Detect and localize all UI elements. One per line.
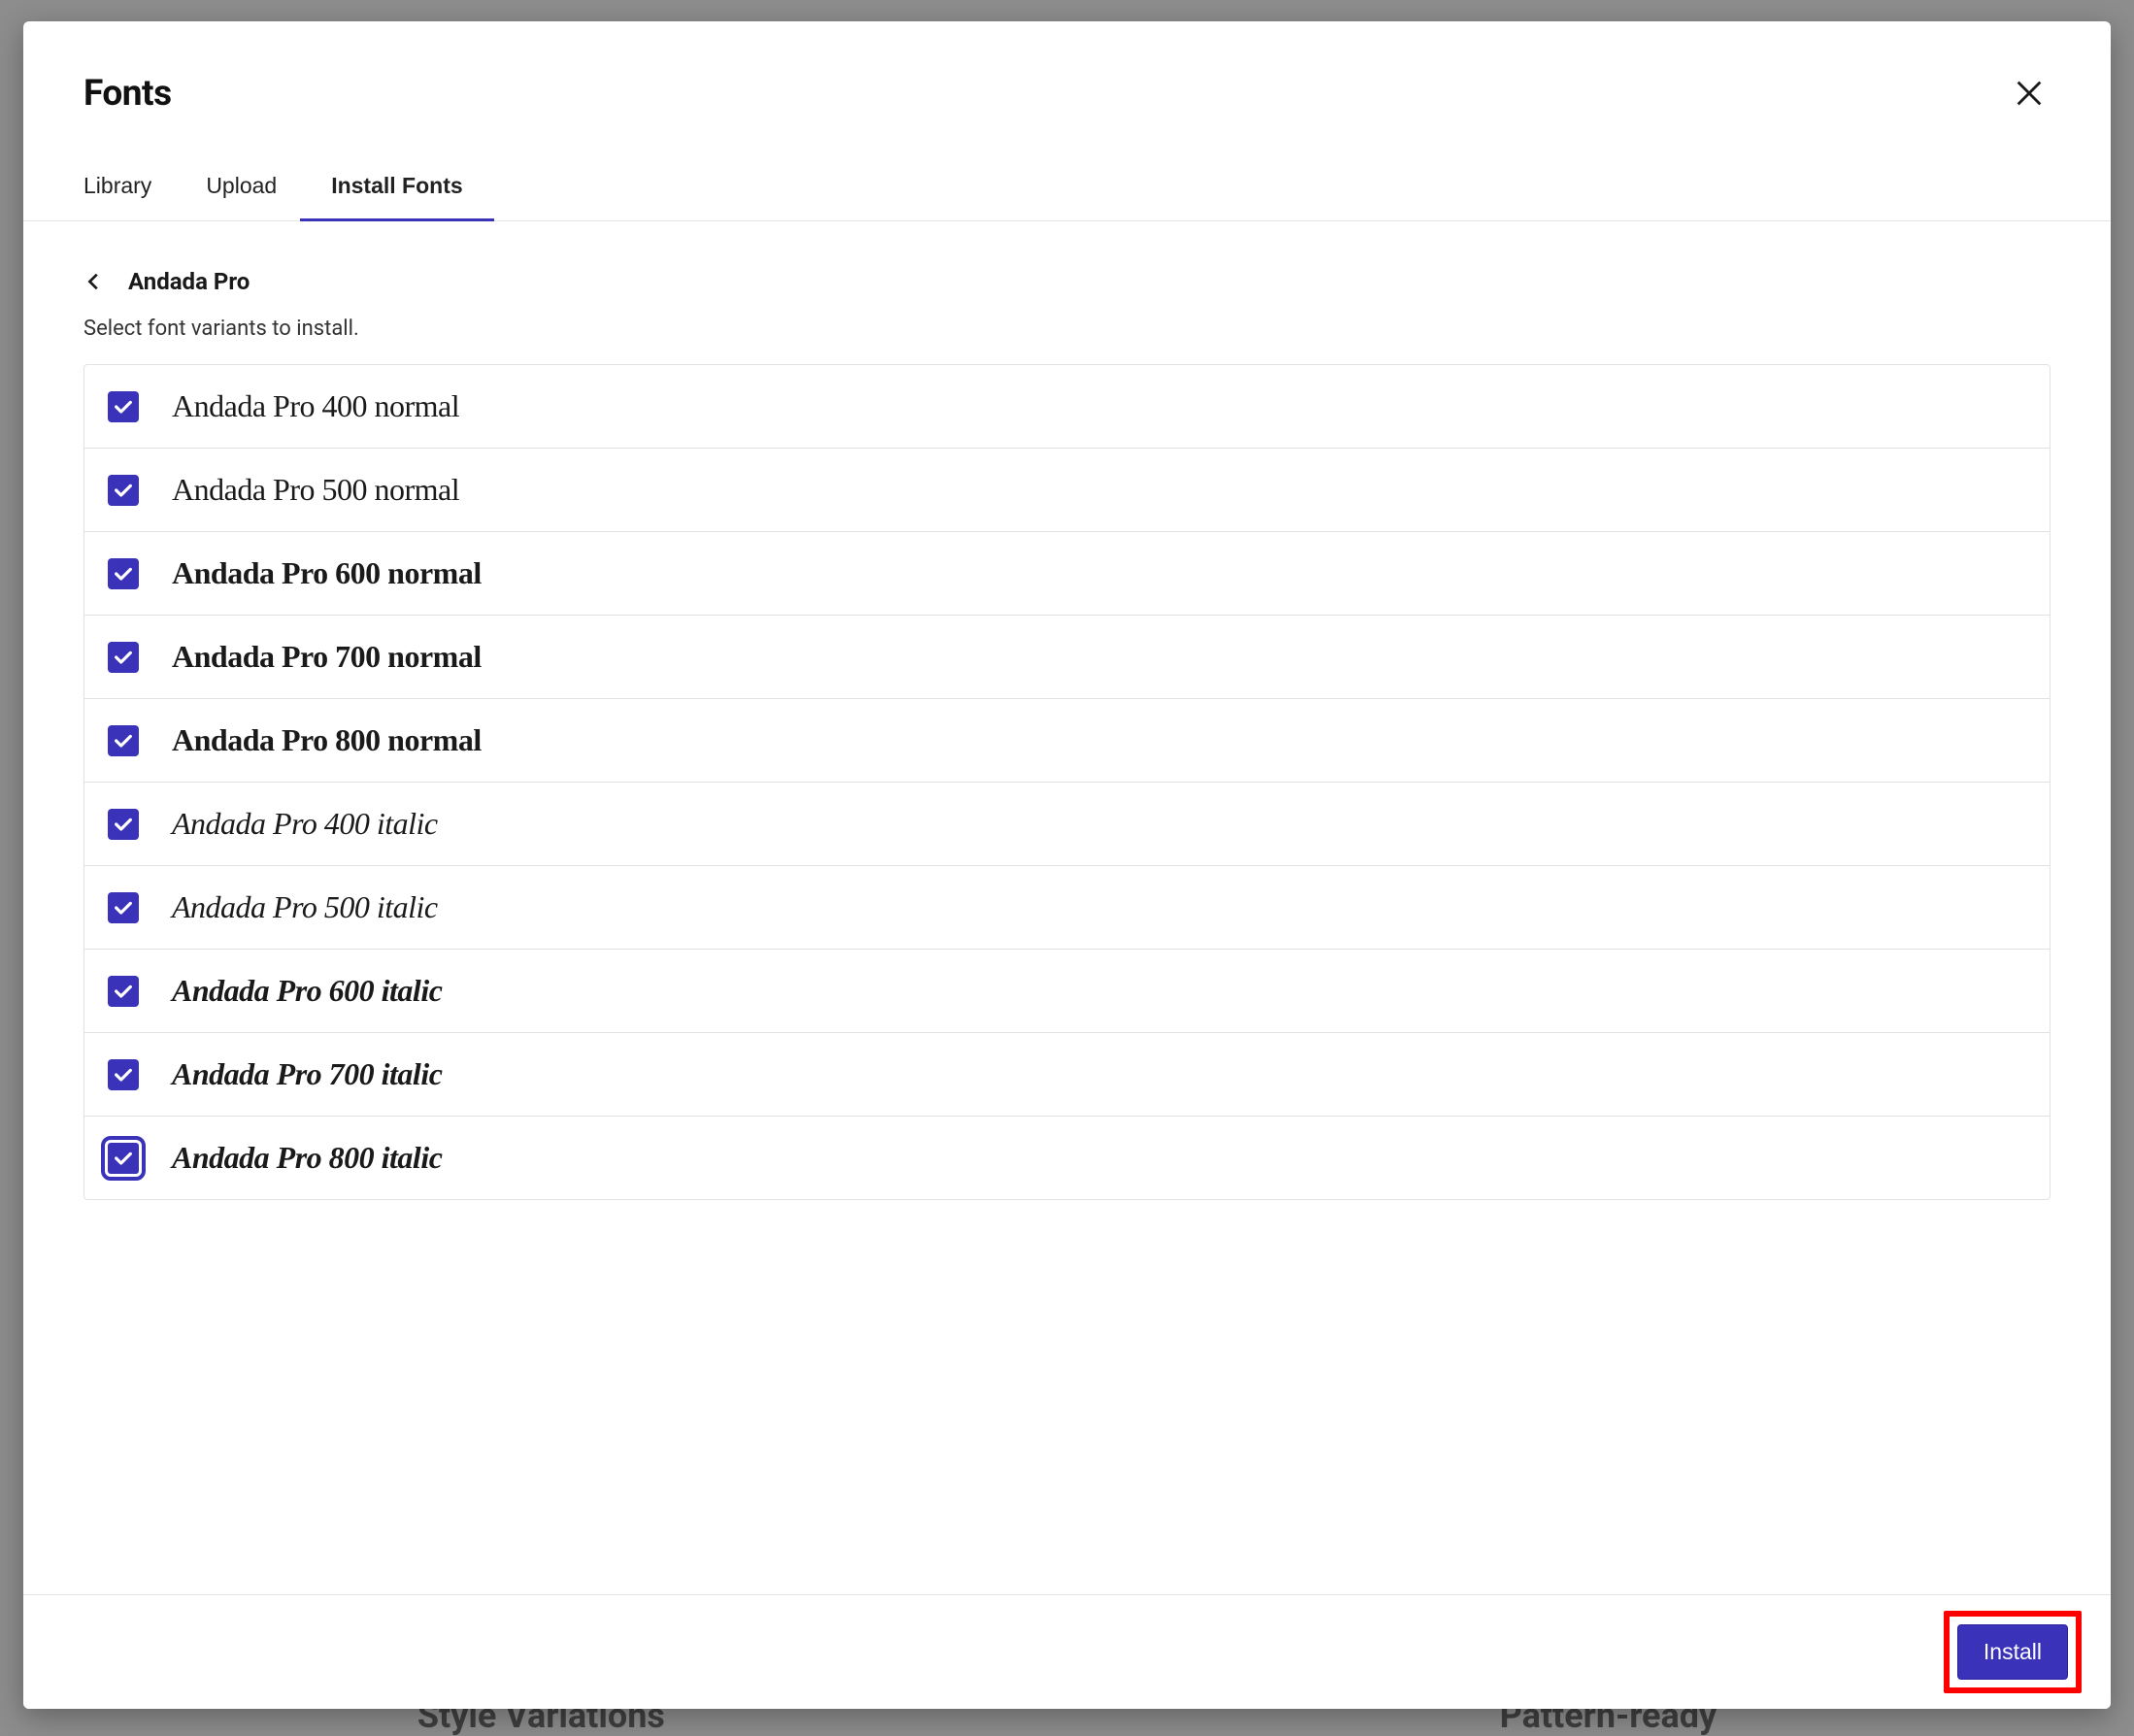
font-variant-row[interactable]: Andada Pro 500 normal — [84, 449, 2050, 532]
font-variant-row[interactable]: Andada Pro 700 italic — [84, 1033, 2050, 1117]
chevron-left-icon — [83, 271, 105, 292]
variant-checkbox[interactable] — [108, 391, 139, 422]
close-icon — [2013, 77, 2046, 110]
check-icon — [113, 981, 134, 1002]
font-variant-row[interactable]: Andada Pro 600 normal — [84, 532, 2050, 616]
variant-label: Andada Pro 600 italic — [172, 973, 442, 1009]
modal-title: Fonts — [83, 73, 172, 115]
tab-library[interactable]: Library — [83, 157, 151, 220]
check-icon — [113, 1064, 134, 1085]
variant-label: Andada Pro 500 normal — [172, 472, 459, 508]
variant-checkbox[interactable] — [108, 642, 139, 673]
check-icon — [113, 480, 134, 501]
variant-checkbox[interactable] — [108, 976, 139, 1007]
modal-content: Andada Pro Select font variants to insta… — [23, 221, 2111, 1594]
variant-label: Andada Pro 800 normal — [172, 722, 482, 758]
close-button[interactable] — [2008, 72, 2051, 115]
variant-label: Andada Pro 700 normal — [172, 639, 482, 675]
font-variant-row[interactable]: Andada Pro 500 italic — [84, 866, 2050, 950]
variant-checkbox[interactable] — [108, 475, 139, 506]
check-icon — [113, 647, 134, 668]
check-icon — [113, 396, 134, 417]
tab-install-fonts[interactable]: Install Fonts — [331, 157, 462, 220]
check-icon — [113, 897, 134, 918]
variant-label: Andada Pro 700 italic — [172, 1056, 442, 1092]
font-variant-row[interactable]: Andada Pro 400 normal — [84, 365, 2050, 449]
variant-checkbox[interactable] — [108, 892, 139, 923]
modal-header: Fonts — [23, 21, 2111, 115]
variant-label: Andada Pro 400 normal — [172, 388, 459, 424]
variant-label: Andada Pro 400 italic — [172, 806, 438, 842]
font-variant-row[interactable]: Andada Pro 700 normal — [84, 616, 2050, 699]
tab-upload[interactable]: Upload — [206, 157, 277, 220]
font-variant-row[interactable]: Andada Pro 800 italic — [84, 1117, 2050, 1199]
variant-label: Andada Pro 800 italic — [172, 1140, 442, 1176]
variant-label: Andada Pro 600 normal — [172, 555, 482, 591]
variant-label: Andada Pro 500 italic — [172, 889, 438, 925]
tabs: Library Upload Install Fonts — [23, 157, 2111, 221]
modal-footer: Install — [23, 1594, 2111, 1709]
instruction-text: Select font variants to install. — [83, 317, 2051, 341]
variant-checkbox[interactable] — [108, 1143, 139, 1174]
breadcrumb-label: Andada Pro — [128, 268, 250, 295]
variant-checkbox[interactable] — [108, 809, 139, 840]
install-button-highlight: Install — [1944, 1611, 2082, 1693]
variant-checkbox[interactable] — [108, 725, 139, 756]
back-breadcrumb[interactable]: Andada Pro — [83, 268, 2051, 295]
font-variant-list: Andada Pro 400 normal Andada Pro 500 norm… — [83, 364, 2051, 1200]
font-variant-row[interactable]: Andada Pro 400 italic — [84, 783, 2050, 866]
check-icon — [113, 814, 134, 835]
fonts-modal: Fonts Library Upload Install Fonts Andad… — [23, 21, 2111, 1709]
check-icon — [113, 730, 134, 751]
font-variant-row[interactable]: Andada Pro 600 italic — [84, 950, 2050, 1033]
font-variant-row[interactable]: Andada Pro 800 normal — [84, 699, 2050, 783]
check-icon — [113, 563, 134, 584]
variant-checkbox[interactable] — [108, 558, 139, 589]
install-button[interactable]: Install — [1957, 1624, 2068, 1680]
variant-checkbox[interactable] — [108, 1059, 139, 1090]
check-icon — [113, 1148, 134, 1169]
